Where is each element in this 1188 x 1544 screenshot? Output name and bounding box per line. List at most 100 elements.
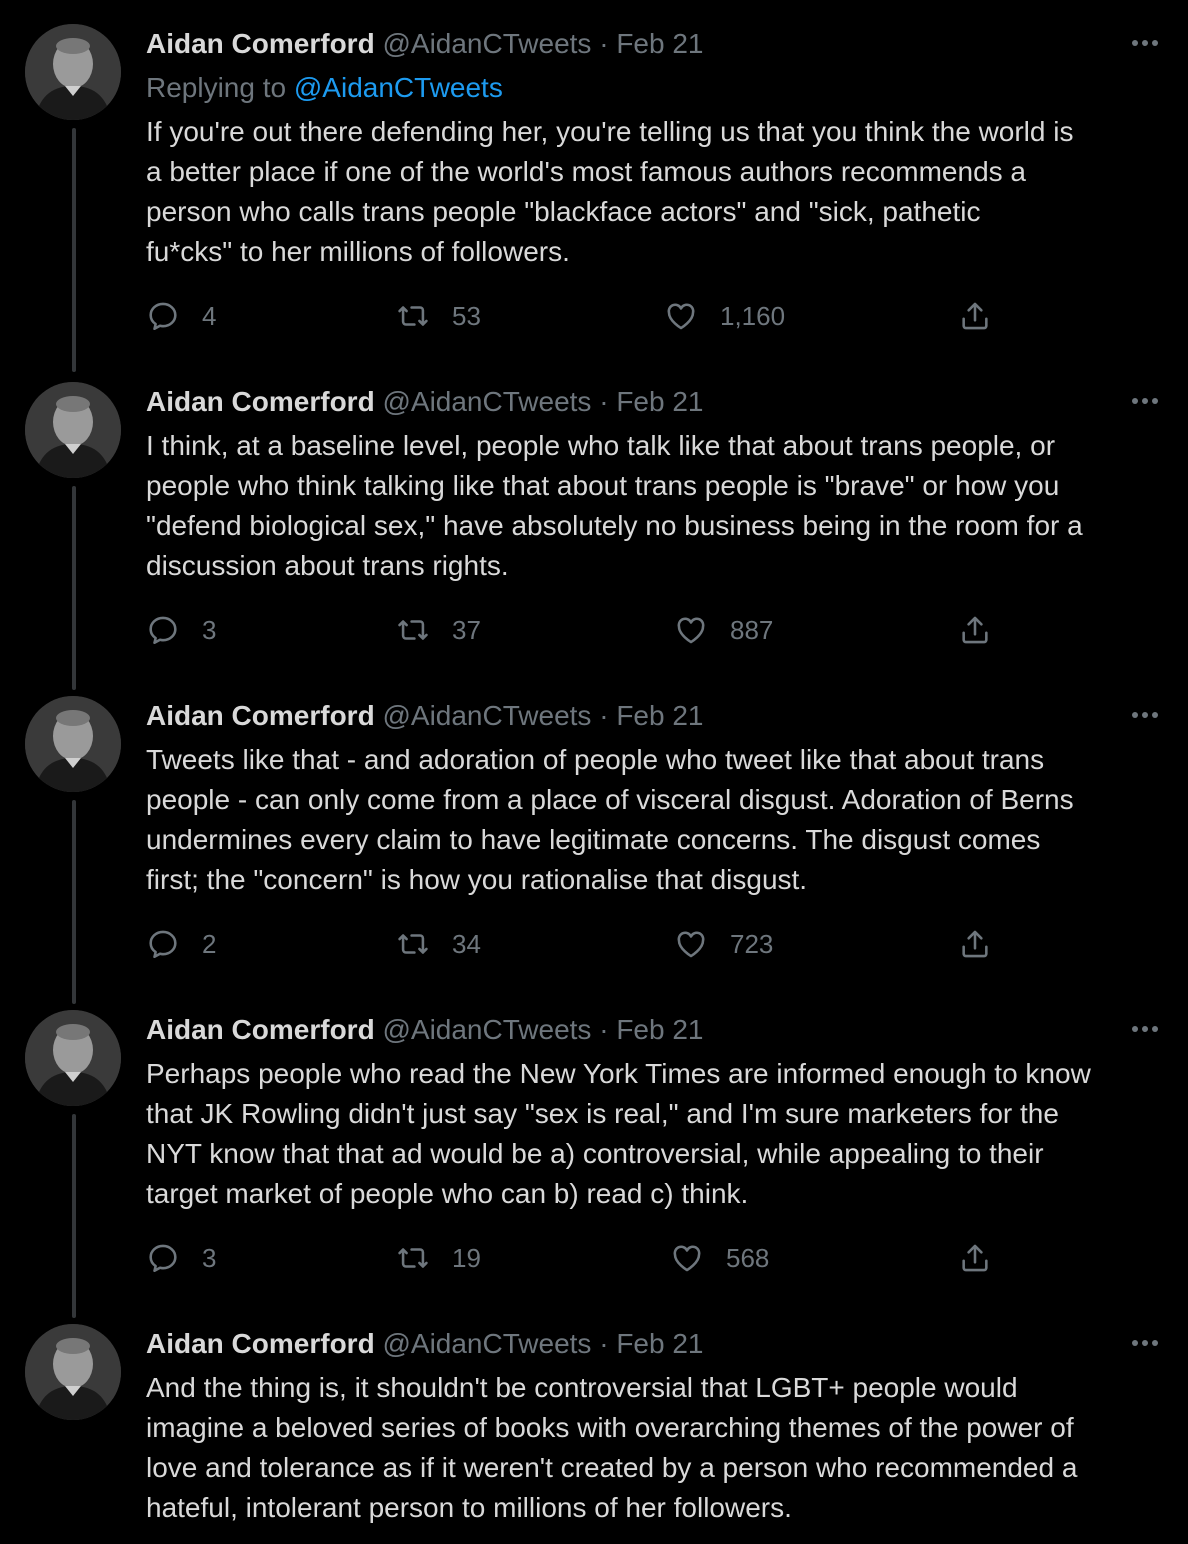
separator: · — [599, 700, 609, 731]
tweet-text-line: hateful, intolerant person to millions o… — [146, 1492, 792, 1523]
tweet-text: And the thing is, it shouldn't be contro… — [146, 1368, 1166, 1528]
reply-icon — [149, 616, 177, 645]
more-icon[interactable] — [1128, 384, 1162, 418]
reply-button[interactable]: 3 — [146, 610, 216, 650]
share-button[interactable] — [958, 924, 992, 964]
avatar[interactable] — [25, 696, 121, 792]
share-button[interactable] — [958, 610, 992, 650]
avatar[interactable] — [25, 24, 121, 120]
tweet-header: Aidan Comerford @AidanCTweets · Feb 21 — [146, 696, 704, 736]
tweet-text-line: people who think talking like that about… — [146, 470, 1060, 501]
tweet-header: Aidan Comerford @AidanCTweets · Feb 21 — [146, 1010, 704, 1050]
reply-button[interactable]: 4 — [146, 296, 216, 336]
avatar[interactable] — [25, 1010, 121, 1106]
share-button[interactable] — [958, 296, 992, 336]
share-button[interactable] — [958, 1238, 992, 1278]
tweet-text-line: first; the "concern" is how you rational… — [146, 864, 808, 895]
reply-icon — [149, 930, 177, 959]
user-handle[interactable]: @AidanCTweets — [382, 1328, 591, 1359]
tweet-text-line: I think, at a baseline level, people who… — [146, 430, 1056, 461]
tweet-text-line: NYT know that that ad would be a) contro… — [146, 1138, 1044, 1169]
tweet-actions: 4 53 1,160 — [146, 296, 1006, 336]
retweet-icon — [398, 306, 428, 326]
like-button[interactable]: 887 — [674, 610, 773, 650]
reply-button[interactable]: 3 — [146, 1238, 216, 1278]
reply-count: 2 — [202, 928, 217, 959]
display-name[interactable]: Aidan Comerford — [146, 1014, 375, 1045]
user-handle[interactable]: @AidanCTweets — [382, 1014, 591, 1045]
tweet-text: If you're out there defending her, you'r… — [146, 112, 1166, 272]
replying-to: Replying to @AidanCTweets — [146, 68, 503, 108]
tweet-text-line: Tweets like that - and adoration of peop… — [146, 744, 1045, 775]
reply-button[interactable]: 2 — [146, 924, 216, 964]
separator: · — [599, 28, 609, 59]
thread-line — [72, 486, 76, 690]
retweet-icon — [398, 620, 428, 640]
retweet-button[interactable]: 19 — [396, 1238, 481, 1278]
tweet-text-line: And the thing is, it shouldn't be contro… — [146, 1372, 1018, 1403]
tweet-text-line: Perhaps people who read the New York Tim… — [146, 1058, 1091, 1089]
tweet-text-line: "defend biological sex," have absolutely… — [146, 510, 1083, 541]
more-icon[interactable] — [1128, 698, 1162, 732]
tweet-actions: 3 19 568 — [146, 1238, 1006, 1278]
share-icon — [962, 1244, 988, 1272]
display-name[interactable]: Aidan Comerford — [146, 1328, 375, 1359]
retweet-count: 19 — [452, 1242, 481, 1273]
tweet-text: Perhaps people who read the New York Tim… — [146, 1054, 1166, 1214]
tweet-text-line: love and tolerance as if it weren't crea… — [146, 1452, 1078, 1483]
like-icon — [673, 1245, 701, 1272]
tweet-actions: 2 34 723 — [146, 924, 1006, 964]
user-handle[interactable]: @AidanCTweets — [382, 700, 591, 731]
retweet-icon — [398, 1248, 428, 1268]
avatar[interactable] — [25, 382, 121, 478]
reply-icon — [149, 1244, 177, 1273]
reply-count: 3 — [202, 614, 217, 645]
like-count: 887 — [730, 614, 774, 645]
like-button[interactable]: 723 — [674, 924, 773, 964]
display-name[interactable]: Aidan Comerford — [146, 28, 375, 59]
tweet-date[interactable]: Feb 21 — [616, 1328, 703, 1359]
user-handle[interactable]: @AidanCTweets — [382, 28, 591, 59]
share-icon — [962, 302, 988, 330]
thread-line — [72, 800, 76, 1004]
tweet-text: Tweets like that - and adoration of peop… — [146, 740, 1166, 900]
like-button[interactable]: 568 — [670, 1238, 769, 1278]
tweet-date[interactable]: Feb 21 — [616, 1014, 703, 1045]
separator: · — [599, 386, 609, 417]
like-button[interactable]: 1,160 — [664, 296, 785, 336]
user-handle[interactable]: @AidanCTweets — [382, 386, 591, 417]
share-icon — [962, 930, 988, 958]
more-icon[interactable] — [1128, 26, 1162, 60]
separator: · — [599, 1014, 609, 1045]
display-name[interactable]: Aidan Comerford — [146, 386, 375, 417]
tweet-date[interactable]: Feb 21 — [616, 700, 703, 731]
tweet-actions: 3 37 887 — [146, 610, 1006, 650]
tweet-text-line: undermines every claim to have legitimat… — [146, 824, 1041, 855]
reply-count: 3 — [202, 1242, 217, 1273]
like-icon — [677, 617, 705, 644]
more-icon[interactable] — [1128, 1326, 1162, 1360]
tweet-text-line: discussion about trans rights. — [146, 550, 509, 581]
thread-line — [72, 128, 76, 372]
like-count: 723 — [730, 928, 774, 959]
more-icon[interactable] — [1128, 1012, 1162, 1046]
tweet-date[interactable]: Feb 21 — [616, 28, 703, 59]
retweet-button[interactable]: 34 — [396, 924, 481, 964]
like-icon — [667, 303, 695, 330]
tweet-text-line: that JK Rowling didn't just say "sex is … — [146, 1098, 1059, 1129]
replying-to-handle[interactable]: @AidanCTweets — [294, 72, 503, 103]
like-icon — [677, 931, 705, 958]
tweet-text-line: people - can only come from a place of v… — [146, 784, 1074, 815]
tweet-text-line: a better place if one of the world's mos… — [146, 156, 1027, 187]
tweet-text-line: imagine a beloved series of books with o… — [146, 1412, 1074, 1443]
tweet-date[interactable]: Feb 21 — [616, 386, 703, 417]
like-count: 568 — [726, 1242, 770, 1273]
avatar[interactable] — [25, 1324, 121, 1420]
tweet-header: Aidan Comerford @AidanCTweets · Feb 21 — [146, 24, 704, 64]
retweet-count: 37 — [452, 614, 481, 645]
retweet-button[interactable]: 37 — [396, 610, 481, 650]
tweet-text-line: If you're out there defending her, you'r… — [146, 116, 1074, 147]
retweet-button[interactable]: 53 — [396, 296, 481, 336]
display-name[interactable]: Aidan Comerford — [146, 700, 375, 731]
share-icon — [962, 616, 988, 644]
